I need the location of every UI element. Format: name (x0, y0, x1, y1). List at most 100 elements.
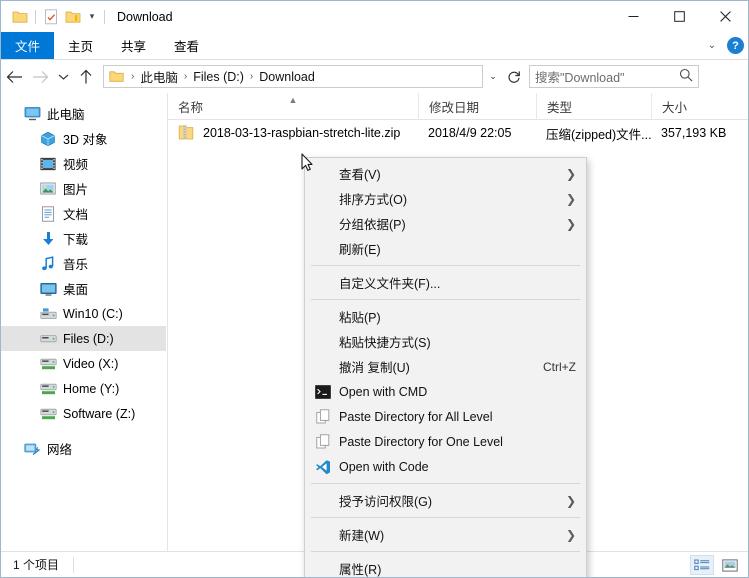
sidebar-item-home-y[interactable]: Home (Y:) (1, 376, 166, 401)
menu-item-refresh[interactable]: 刷新(E) (305, 236, 586, 261)
sidebar-item-files-d[interactable]: Files (D:) (1, 326, 166, 351)
chevron-down-icon[interactable]: ⌄ (701, 35, 723, 57)
menu-item-label: 撤消 复制(U) (339, 361, 410, 375)
file-name-cell[interactable]: 2018-03-13-raspbian-stretch-lite.zip (168, 120, 418, 146)
menu-item-paste[interactable]: 粘贴(P) (305, 304, 586, 329)
table-row[interactable]: 2018-03-13-raspbian-stretch-lite.zip 201… (168, 120, 748, 146)
column-header-row: ▲ 名称 修改日期 类型 大小 (168, 92, 748, 120)
file-explorer-window: ▾ Download 文件 主页 共享 查看 ⌄ ? › 此电脑 › Files… (0, 0, 749, 578)
address-dropdown-icon[interactable]: ⌄ (483, 65, 503, 88)
menu-item-paste-directory-all-level[interactable]: Paste Directory for All Level (305, 404, 586, 429)
menu-icon-placeholder (313, 240, 333, 258)
menu-icon-placeholder (313, 190, 333, 208)
music-icon (39, 255, 57, 273)
column-header-label: 类型 (547, 100, 573, 115)
back-arrow-icon[interactable] (1, 64, 27, 90)
sidebar-item-label: 音乐 (63, 258, 89, 272)
sidebar-item-videos[interactable]: 视频 (1, 151, 166, 176)
menu-item-sort-by[interactable]: 排序方式(O) ❯ (305, 186, 586, 211)
search-icon[interactable] (679, 68, 693, 85)
new-folder-icon[interactable] (62, 6, 84, 28)
sidebar-item-label: 下载 (63, 233, 89, 247)
large-icons-view-icon[interactable] (718, 555, 742, 575)
up-arrow-icon[interactable] (73, 64, 99, 90)
menu-item-open-with-cmd[interactable]: Open with CMD (305, 379, 586, 404)
vscode-icon (313, 458, 333, 476)
menu-icon-placeholder (313, 308, 333, 326)
menu-item-label: 粘贴快捷方式(S) (339, 336, 431, 350)
menu-icon-placeholder (313, 215, 333, 233)
sidebar-item-video-x[interactable]: Video (X:) (1, 351, 166, 376)
maximize-button[interactable] (656, 1, 702, 32)
menu-item-label: Open with CMD (339, 384, 428, 399)
close-button[interactable] (702, 1, 748, 32)
breadcrumb-separator-1: › (183, 71, 188, 82)
toolbar-divider-2 (104, 9, 105, 24)
sidebar-item-downloads[interactable]: 下载 (1, 226, 166, 251)
menu-item-label: 授予访问权限(G) (339, 495, 433, 509)
menu-icon-placeholder (313, 492, 333, 510)
chevron-right-icon: ❯ (565, 527, 576, 542)
sidebar-item-this-pc[interactable]: 此电脑 (1, 101, 166, 126)
sidebar-item-network[interactable]: 网络 (1, 436, 166, 461)
menu-item-undo-copy[interactable]: 撤消 复制(U) Ctrl+Z (305, 354, 586, 379)
menu-item-customize-folder[interactable]: 自定义文件夹(F)... (305, 270, 586, 295)
folder-icon[interactable] (9, 6, 31, 28)
menu-icon-placeholder (313, 526, 333, 544)
menu-item-label: 分组依据(P) (339, 218, 406, 232)
ribbon-tab-bar: 文件 主页 共享 查看 (1, 32, 748, 59)
menu-item-grant-access[interactable]: 授予访问权限(G) ❯ (305, 488, 586, 513)
menu-item-new[interactable]: 新建(W) ❯ (305, 522, 586, 547)
menu-item-paste-directory-one-level[interactable]: Paste Directory for One Level (305, 429, 586, 454)
minimize-button[interactable] (610, 1, 656, 32)
menu-icon-placeholder (313, 165, 333, 183)
sidebar-item-label: 图片 (63, 183, 89, 197)
column-header-modified[interactable]: 修改日期 (418, 92, 536, 120)
sidebar-item-music[interactable]: 音乐 (1, 251, 166, 276)
tab-file[interactable]: 文件 (1, 32, 55, 59)
network-drive-icon (39, 355, 57, 373)
breadcrumb-separator-2: › (249, 71, 254, 82)
sidebar-item-software-z[interactable]: Software (Z:) (1, 401, 166, 426)
details-view-icon[interactable] (690, 555, 714, 575)
sidebar-item-3d-objects[interactable]: 3D 对象 (1, 126, 166, 151)
properties-icon[interactable] (40, 6, 62, 28)
sidebar-item-documents[interactable]: 文档 (1, 201, 166, 226)
tab-home[interactable]: 主页 (54, 32, 107, 59)
quick-access-toolbar: ▾ (1, 6, 109, 28)
sidebar-item-pictures[interactable]: 图片 (1, 176, 166, 201)
column-header-type[interactable]: 类型 (536, 92, 651, 120)
search-input[interactable]: 搜索"Download" (529, 65, 699, 88)
menu-item-group-by[interactable]: 分组依据(P) ❯ (305, 211, 586, 236)
sidebar-item-label: 网络 (47, 443, 73, 457)
tab-share[interactable]: 共享 (107, 32, 160, 59)
navigation-pane[interactable]: 此电脑 3D 对象 视频 图片 文档 下载 音乐 桌面 Win10 (C:) F… (1, 93, 167, 551)
view-mode-buttons (690, 555, 742, 575)
videos-icon (39, 155, 57, 173)
menu-item-properties[interactable]: 属性(R) (305, 556, 586, 578)
tab-view[interactable]: 查看 (160, 32, 213, 59)
context-menu[interactable]: 查看(V) ❯ 排序方式(O) ❯ 分组依据(P) ❯ 刷新(E) 自定义文件夹… (304, 157, 587, 578)
menu-item-view[interactable]: 查看(V) ❯ (305, 161, 586, 186)
qat-dropdown-icon[interactable]: ▾ (84, 7, 100, 27)
window-controls (610, 1, 748, 32)
menu-item-open-with-code[interactable]: Open with Code (305, 454, 586, 479)
sidebar-item-win10-c[interactable]: Win10 (C:) (1, 301, 166, 326)
column-header-size[interactable]: 大小 (651, 92, 748, 120)
menu-separator (311, 517, 580, 518)
breadcrumb-item-files-d[interactable]: Files (D:) (191, 70, 246, 84)
sidebar-item-desktop[interactable]: 桌面 (1, 276, 166, 301)
menu-separator (311, 483, 580, 484)
column-header-name[interactable]: ▲ 名称 (168, 93, 418, 120)
menu-icon-placeholder (313, 560, 333, 578)
help-icon[interactable]: ? (727, 37, 744, 54)
menu-item-label: Open with Code (339, 459, 429, 474)
menu-item-shortcut: Ctrl+Z (543, 359, 576, 374)
sidebar-item-label: 此电脑 (47, 108, 85, 122)
breadcrumb-item-download[interactable]: Download (257, 70, 317, 84)
menu-item-paste-shortcut[interactable]: 粘贴快捷方式(S) (305, 329, 586, 354)
refresh-icon[interactable] (503, 65, 525, 88)
recent-locations-icon[interactable] (53, 64, 73, 90)
breadcrumb-item-this-pc[interactable]: 此电脑 (138, 67, 180, 86)
breadcrumb[interactable]: › 此电脑 › Files (D:) › Download (103, 65, 483, 88)
